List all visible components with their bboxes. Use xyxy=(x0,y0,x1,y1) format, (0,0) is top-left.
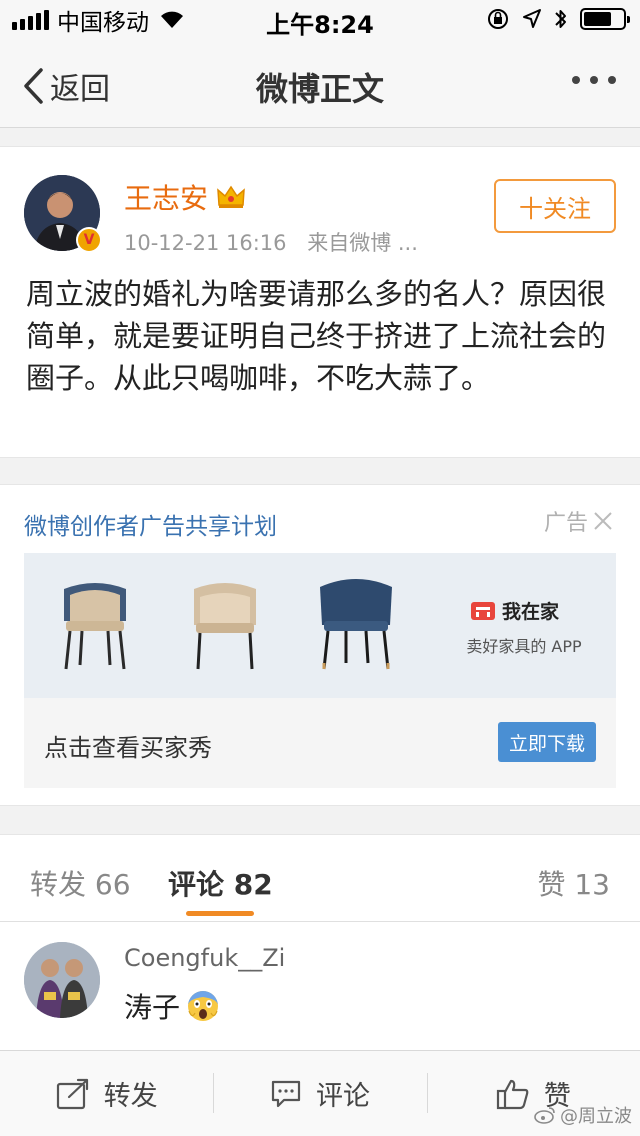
location-icon xyxy=(523,9,541,28)
battery-icon xyxy=(580,8,630,30)
chair-image xyxy=(194,583,256,670)
ad-footer[interactable]: 点击查看买家秀 立即下载 xyxy=(24,698,616,788)
repost-label: 转发 xyxy=(103,1081,158,1112)
chevron-left-icon xyxy=(24,68,43,104)
interaction-tabs: 转发 66 评论 82 赞 13 xyxy=(0,834,640,922)
share-icon xyxy=(56,1078,88,1109)
back-button[interactable]: 返回 xyxy=(22,64,110,108)
comment-text: 涛子 xyxy=(124,991,181,1024)
watermark: @周立波 xyxy=(534,1102,632,1128)
orientation-lock-icon xyxy=(488,9,508,29)
close-icon[interactable] xyxy=(592,510,614,532)
ad-label: 广告 xyxy=(543,511,588,536)
back-label: 返回 xyxy=(50,72,110,107)
commenter-name[interactable]: Coengfuk__Zi xyxy=(124,944,285,972)
ad-slogan: 卖好家具的 APP xyxy=(466,637,582,656)
post-date: 10-12-21 16:16 xyxy=(124,231,287,255)
status-bar: 中国移动 上午8:24 xyxy=(0,0,640,40)
post-text: 周立波的婚礼为啥要请那么多的名人？原因很简单，就是要证明自己终于挤进了上流社会的… xyxy=(26,277,607,395)
download-button[interactable]: 立即下载 xyxy=(498,722,596,762)
active-tab-indicator xyxy=(186,911,254,916)
author-name[interactable]: 王志安 xyxy=(124,177,208,217)
brand-logo-icon xyxy=(471,601,495,620)
post-source: 来自微博 ... xyxy=(307,231,418,255)
more-dots-icon xyxy=(572,76,580,84)
comment-label: 评论 xyxy=(315,1081,370,1112)
ad-card: 微博创作者广告共享计划 广告 我在家 卖好家具的 APP 点击查看买家秀 立即下… xyxy=(0,484,640,806)
commenter-avatar[interactable] xyxy=(24,942,100,1018)
tab-repost[interactable]: 转发 66 xyxy=(30,863,131,903)
ad-brand-name: 我在家 xyxy=(502,601,560,623)
ad-cta-text: 点击查看买家秀 xyxy=(44,734,212,762)
comment-button[interactable]: 评论 xyxy=(213,1051,426,1136)
nav-bar: 返回 微博正文 xyxy=(0,40,640,128)
tab-comment[interactable]: 评论 82 xyxy=(168,863,273,903)
bottom-toolbar: 转发 评论 赞 @周立波 xyxy=(0,1050,640,1136)
chair-image xyxy=(320,579,392,670)
follow-button[interactable]: 十关注 xyxy=(494,179,616,233)
ad-title[interactable]: 微博创作者广告共享计划 xyxy=(24,507,277,541)
thumbs-up-icon xyxy=(496,1079,529,1109)
comment-icon xyxy=(271,1080,301,1107)
tab-like[interactable]: 赞 13 xyxy=(537,863,610,903)
bluetooth-icon xyxy=(555,10,566,28)
post-meta: 10-12-21 16:16 来自微博 ... xyxy=(124,227,418,257)
crown-icon xyxy=(217,185,245,208)
weibo-post: V 王志安 10-12-21 16:16 来自微博 ... 十关注 周立波的婚礼… xyxy=(0,146,640,458)
chair-image xyxy=(64,583,126,670)
scream-emoji-icon xyxy=(188,991,219,1021)
watermark-text: @周立波 xyxy=(560,1106,632,1127)
more-button[interactable] xyxy=(572,76,616,84)
repost-button[interactable]: 转发 xyxy=(0,1051,213,1136)
comment-list: Coengfuk__Zi 涛子 xyxy=(0,922,640,1052)
verified-badge: V xyxy=(76,227,102,253)
ad-banner[interactable]: 我在家 卖好家具的 APP xyxy=(24,553,616,698)
weibo-logo-icon xyxy=(534,1107,555,1124)
